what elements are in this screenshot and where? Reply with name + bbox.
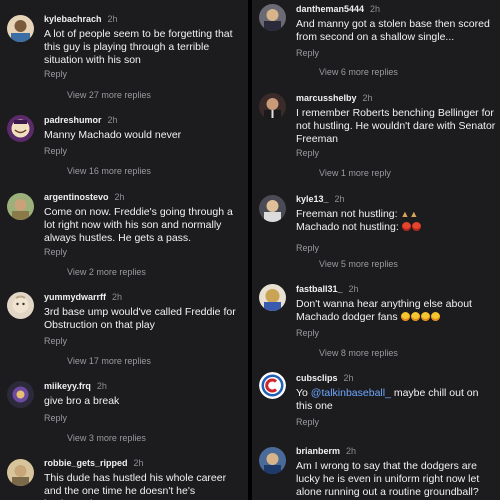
avatar[interactable]: [259, 372, 286, 399]
comments-column-right: dantheman5444 2h And manny got a stolen b…: [252, 0, 500, 500]
view-more-replies-button[interactable]: View 17 more replies: [67, 356, 151, 366]
comment-line: Machado not hustling:: [296, 221, 399, 233]
comment-text: Don't wanna hear anything else about Mac…: [296, 298, 496, 324]
view-more-replies-button[interactable]: View 6 more replies: [319, 67, 398, 77]
comment-username[interactable]: brianberm 2h: [296, 446, 356, 456]
comment-text: And manny got a stolen base then scored …: [296, 18, 490, 43]
person-walking-icon: ▲: [400, 209, 410, 219]
comment-timestamp: 2h: [133, 458, 144, 468]
avatar[interactable]: [7, 115, 34, 142]
comment-line: Don't wanna hear anything else about Mac…: [296, 298, 472, 323]
comment-text: Manny Machado would never: [44, 129, 182, 141]
comment-text: This dude has hustled his whole career a…: [44, 472, 227, 500]
comment-username[interactable]: argentinostevo 2h: [44, 192, 125, 202]
comment-timestamp: 2h: [107, 115, 118, 125]
reply-button[interactable]: Reply: [44, 413, 67, 423]
comment-timestamp: 2h: [348, 284, 359, 294]
view-more-replies-button[interactable]: View 2 more replies: [67, 267, 146, 277]
reply-button[interactable]: Reply: [44, 69, 67, 79]
avatar[interactable]: [7, 459, 34, 486]
comment-text: Come on now. Freddie's going through a l…: [44, 206, 233, 244]
comment-text: Yo @talkinbaseball_ maybe chill out on t…: [296, 387, 479, 412]
comment-timestamp: 2h: [114, 192, 125, 202]
reply-button[interactable]: Reply: [44, 247, 67, 257]
comment-line: Freeman not hustling:: [296, 208, 398, 220]
avatar[interactable]: [7, 193, 34, 220]
view-more-replies-button[interactable]: View 1 more reply: [319, 168, 391, 178]
view-more-replies-button[interactable]: View 27 more replies: [67, 90, 151, 100]
comment-text: 3rd base ump would've called Freddie for…: [44, 306, 236, 331]
comment-username[interactable]: padreshumor 2h: [44, 115, 118, 125]
comment-text: Am I wrong to say that the dodgers are l…: [296, 460, 480, 498]
reply-button[interactable]: Reply: [296, 243, 319, 253]
angry-face-icon: [411, 222, 421, 231]
avatar[interactable]: [259, 195, 286, 222]
avatar[interactable]: [7, 381, 34, 408]
comment-username[interactable]: fastball31_ 2h: [296, 284, 359, 294]
reply-button[interactable]: Reply: [44, 146, 67, 156]
comment-username[interactable]: cubsclips 2h: [296, 373, 354, 383]
avatar[interactable]: [259, 447, 286, 474]
comment-timestamp: 2h: [107, 14, 118, 24]
avatar[interactable]: [7, 15, 34, 42]
comment-username[interactable]: dantheman5444 2h: [296, 4, 380, 14]
comment-text: Freeman not hustling: ▲▲ Machado not hus…: [296, 208, 496, 234]
comments-column-left: kylebachrach 2h A lot of people seem to b…: [0, 0, 248, 500]
comment-username[interactable]: yummydwarrff 2h: [44, 292, 122, 302]
mention-link[interactable]: @talkinbaseball_: [311, 387, 391, 399]
view-more-replies-button[interactable]: View 5 more replies: [319, 259, 398, 269]
comment-text: A lot of people seem to be forgetting th…: [44, 28, 233, 66]
comment-timestamp: 2h: [96, 381, 107, 391]
comment-username[interactable]: kyle13_ 2h: [296, 194, 345, 204]
laughing-face-icon: [410, 312, 420, 321]
comment-username[interactable]: robbie_gets_ripped 2h: [44, 458, 144, 468]
laughing-face-icon: [430, 312, 440, 321]
view-more-replies-button[interactable]: View 3 more replies: [67, 433, 146, 443]
comment-timestamp: 2h: [112, 292, 123, 302]
comment-timestamp: 2h: [343, 373, 354, 383]
avatar[interactable]: [7, 292, 34, 319]
comment-username[interactable]: miikeyy.frq 2h: [44, 381, 107, 391]
comments-screenshot: kylebachrach 2h A lot of people seem to b…: [0, 0, 500, 500]
person-walking-icon: ▲: [409, 209, 419, 219]
reply-button[interactable]: Reply: [296, 417, 319, 427]
view-more-replies-button[interactable]: View 8 more replies: [319, 348, 398, 358]
comment-text: give bro a break: [44, 395, 120, 407]
comment-timestamp: 2h: [346, 446, 357, 456]
comment-timestamp: 2h: [370, 4, 381, 14]
comment-username[interactable]: kylebachrach 2h: [44, 14, 118, 24]
angry-face-icon: [401, 222, 411, 231]
reply-button[interactable]: Reply: [296, 148, 319, 158]
comment-timestamp: 2h: [362, 93, 373, 103]
laughing-face-icon: [420, 312, 430, 321]
avatar[interactable]: [259, 284, 286, 311]
avatar[interactable]: [259, 4, 286, 31]
avatar[interactable]: [259, 93, 286, 120]
reply-button[interactable]: Reply: [44, 336, 67, 346]
reply-button[interactable]: Reply: [296, 328, 319, 338]
comment-timestamp: 2h: [334, 194, 345, 204]
comment-text: I remember Roberts benching Bellinger fo…: [296, 107, 496, 145]
view-more-replies-button[interactable]: View 16 more replies: [67, 166, 151, 176]
comment-username[interactable]: marcusshelby 2h: [296, 93, 373, 103]
reply-button[interactable]: Reply: [296, 48, 319, 58]
laughing-face-icon: [400, 312, 410, 321]
